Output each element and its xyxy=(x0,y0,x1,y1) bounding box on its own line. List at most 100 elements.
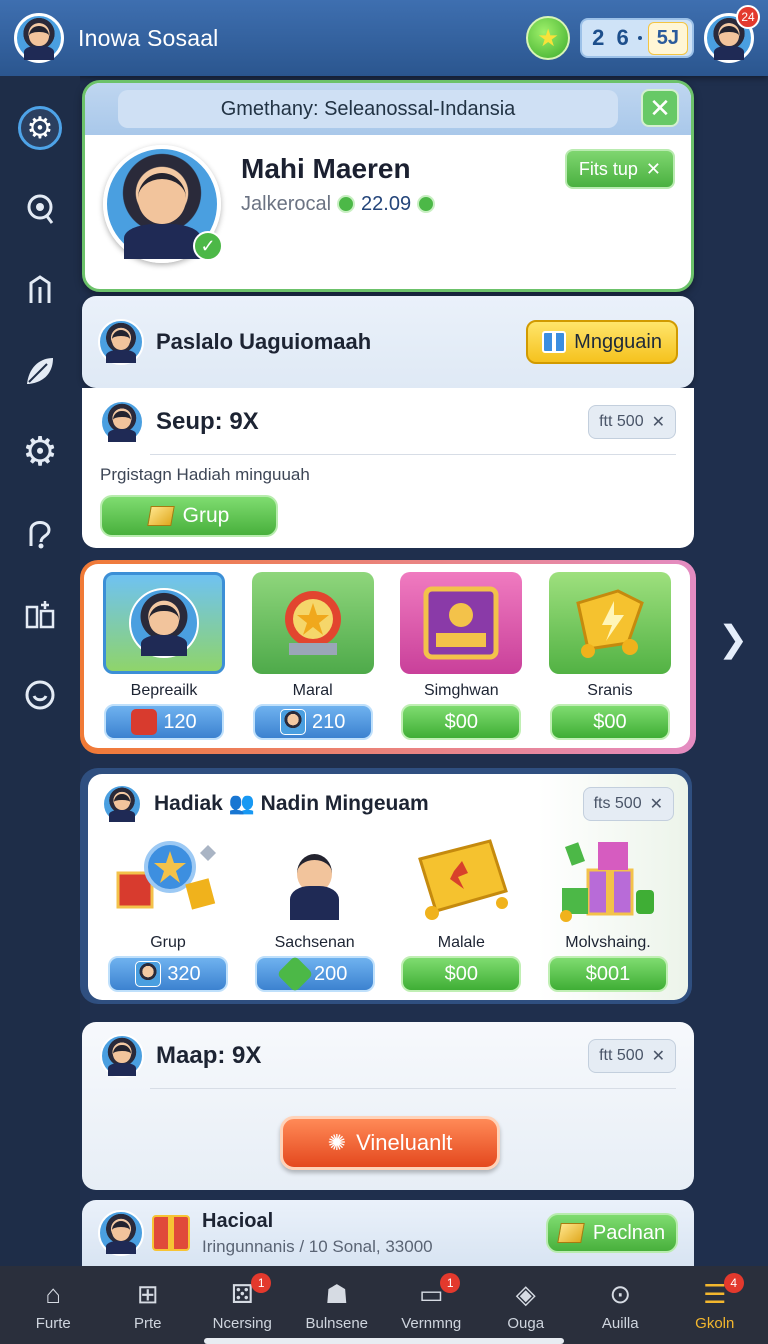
nav-home[interactable]: ⌂ Furte xyxy=(10,1279,96,1332)
star-icon xyxy=(276,955,314,993)
target-thumbnail xyxy=(251,572,374,674)
close-icon[interactable]: ✕ xyxy=(641,89,679,127)
nav-label: Ouga xyxy=(507,1314,545,1332)
group-title: Paslalo Uaguiomaah xyxy=(156,329,372,354)
price-value: $00 xyxy=(444,962,478,985)
gear-icon[interactable]: ⚙ xyxy=(18,106,62,150)
settings-icon[interactable]: ⚙ xyxy=(18,430,62,474)
group-avatar xyxy=(98,319,144,365)
add-home-icon: ⊞ xyxy=(136,1279,159,1309)
leaf-icon[interactable] xyxy=(18,349,62,393)
gift-icon xyxy=(152,1215,190,1251)
featured-items: Bepreailk 120 Maral 210 Simghwan $00 Sra… xyxy=(84,564,690,748)
featured-item[interactable]: Simghwan $00 xyxy=(395,572,527,740)
upload-icon[interactable] xyxy=(18,268,62,312)
nav-search[interactable]: ⊙ Auilla xyxy=(577,1279,663,1332)
star-icon[interactable]: ★ xyxy=(526,16,571,60)
nav-label: Vernmng xyxy=(401,1314,462,1332)
map-card: Maap: 9X ftt 500 ✕ ✺ Vineluanlt xyxy=(82,1022,694,1190)
apps-icon[interactable] xyxy=(18,592,62,636)
counter-value: 2 6 xyxy=(592,25,632,50)
close-icon: ✕ xyxy=(651,1048,665,1065)
price-value: $00 xyxy=(444,710,478,733)
nav-menu[interactable]: ☰ 4 Gkoln xyxy=(672,1272,758,1332)
price-value: 200 xyxy=(313,962,348,985)
weekly-chip[interactable]: fts 500 ✕ xyxy=(582,787,674,821)
social-avatar xyxy=(98,1210,144,1256)
price-value: $001 xyxy=(585,962,631,985)
gift-stack-icon xyxy=(559,842,654,922)
bottom-nav: ⌂ Furte ⊞ Prte ⚄ 1 Ncersing ☗ Bulnsene ▭… xyxy=(0,1266,768,1344)
price-value: 320 xyxy=(167,962,201,985)
featured-item[interactable]: Sranis $00 xyxy=(544,572,676,740)
close-icon: ✕ xyxy=(649,796,663,813)
weekly-item[interactable]: Sachsenan 200 xyxy=(249,830,381,993)
weekly-item[interactable]: Malale $00 xyxy=(395,830,527,992)
verified-icon: ✓ xyxy=(193,231,223,261)
nav-group[interactable]: ☗ Bulnsene xyxy=(294,1279,380,1332)
setup-title: Seup: 9X xyxy=(156,408,259,435)
hook-icon[interactable] xyxy=(18,511,62,555)
nav-badge: 1 xyxy=(440,1272,461,1293)
item-label: Molvshaing. xyxy=(565,934,651,951)
gold-box-icon xyxy=(557,1223,585,1243)
character-thumbnail xyxy=(254,830,376,926)
price-button[interactable]: 120 xyxy=(104,704,224,740)
nav-screen[interactable]: ▭ 1 Vernmng xyxy=(388,1272,474,1332)
item-label: Bepreailk xyxy=(130,682,198,699)
trophy-thumbnail xyxy=(107,830,229,926)
group-button[interactable]: Grup xyxy=(100,495,278,537)
nav-label: Ncersing xyxy=(212,1314,272,1332)
nav-dice[interactable]: ⚄ 1 Ncersing xyxy=(199,1272,285,1332)
action-button-label: Vineluanlt xyxy=(356,1130,453,1155)
follow-button[interactable]: Fits tup ✕ xyxy=(564,149,675,189)
price-button[interactable]: $00 xyxy=(401,956,522,992)
price-button[interactable]: $001 xyxy=(547,956,668,992)
featured-item[interactable]: Bepreailk 120 xyxy=(98,572,230,740)
social-card: Hacioal Iringunnanis / 10 Sonal, 33000 P… xyxy=(82,1200,694,1266)
sidebar: ⚙ ⚙ xyxy=(0,76,80,1266)
social-button[interactable]: Paclnan xyxy=(546,1213,678,1253)
weekly-chip-label: fts 500 xyxy=(593,795,642,812)
close-icon: ✕ xyxy=(645,158,661,179)
price-value: 210 xyxy=(311,710,346,733)
chevron-right-icon[interactable]: ❯ xyxy=(718,618,748,660)
eye-icon[interactable] xyxy=(18,187,62,231)
item-label: Maral xyxy=(292,682,333,699)
character-icon xyxy=(129,588,199,658)
price-button[interactable]: $00 xyxy=(549,704,670,740)
nav-tag[interactable]: ◈ Ouga xyxy=(483,1279,569,1332)
map-chip[interactable]: ftt 500 ✕ xyxy=(588,1039,676,1073)
nav-badge: 4 xyxy=(723,1272,744,1293)
price-button[interactable]: $00 xyxy=(401,704,522,740)
item-label: Sachsenan xyxy=(274,934,355,951)
shield-icon xyxy=(576,589,644,658)
action-button[interactable]: ✺ Vineluanlt xyxy=(280,1116,500,1170)
featured-item[interactable]: Maral 210 xyxy=(247,572,379,740)
target-star-icon xyxy=(284,591,341,655)
social-button-label: Paclnan xyxy=(592,1221,666,1244)
notification-badge: 24 xyxy=(736,5,760,29)
nav-add[interactable]: ⊞ Prte xyxy=(105,1279,191,1332)
app-title: Inowa Sosaal xyxy=(78,24,219,51)
character-icon xyxy=(280,836,350,920)
weekly-item[interactable]: Molvshaing. $001 xyxy=(542,830,674,992)
price-button[interactable]: 200 xyxy=(254,955,375,993)
close-icon: ✕ xyxy=(651,414,665,431)
smile-icon[interactable] xyxy=(18,673,62,717)
online-dot-icon xyxy=(337,195,356,213)
price-value: 120 xyxy=(163,710,197,733)
weekly-button[interactable]: Mngguain xyxy=(526,320,678,364)
weekly-title: Hadiak 👥 Nadin Mingeuam xyxy=(154,792,429,815)
avatar-icon xyxy=(135,961,162,987)
trophy-icon xyxy=(116,841,216,910)
coin-counter[interactable]: 2 6 5J xyxy=(580,18,694,58)
price-button[interactable]: 320 xyxy=(108,956,228,992)
price-button[interactable]: 210 xyxy=(252,704,373,740)
check-icon xyxy=(417,195,436,213)
gifts-thumbnail xyxy=(547,830,669,926)
home-indicator xyxy=(204,1338,564,1344)
setup-chip[interactable]: ftt 500 ✕ xyxy=(588,405,676,439)
user-avatar[interactable] xyxy=(14,13,64,63)
weekly-item[interactable]: Grup 320 xyxy=(102,830,234,992)
